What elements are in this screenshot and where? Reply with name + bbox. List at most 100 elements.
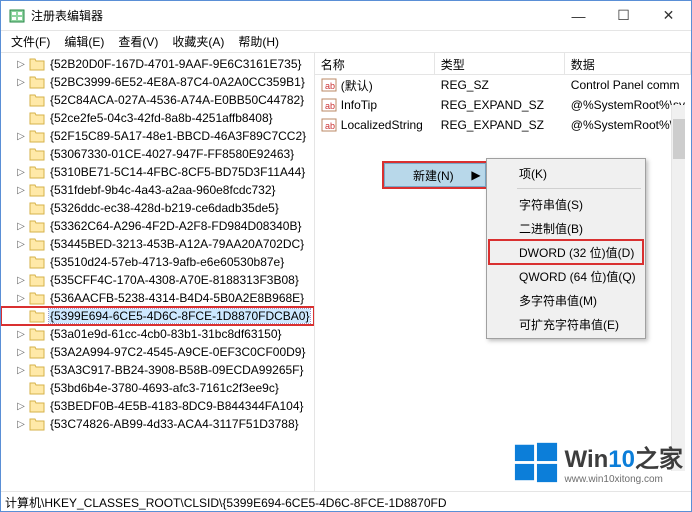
close-button[interactable]: ✕ — [646, 1, 691, 30]
value-type: REG_EXPAND_SZ — [435, 118, 565, 132]
list-row[interactable]: abInfoTipREG_EXPAND_SZ@%SystemRoot%\sy — [315, 95, 691, 115]
scrollbar-thumb[interactable] — [673, 119, 685, 159]
app-icon — [9, 8, 25, 24]
minimize-button[interactable]: ― — [556, 1, 601, 30]
value-type: REG_SZ — [435, 78, 565, 92]
maximize-button[interactable]: ☐ — [601, 1, 646, 30]
watermark-brand-b: 10 — [608, 446, 635, 473]
tree-label: {52BC3999-6E52-4E8A-87C4-0A2A0CC359B1} — [49, 75, 306, 89]
expander-icon[interactable]: ▷ — [15, 130, 27, 142]
expander-icon[interactable]: ▷ — [15, 400, 27, 412]
tree-row[interactable]: ▷ {53A2A994-97C2-4545-A9CE-0EF3C0CF00D9} — [1, 343, 314, 361]
submenu-item[interactable]: QWORD (64 位)值(Q) — [489, 264, 643, 288]
expander-icon[interactable]: ▷ — [15, 220, 27, 232]
menu-item[interactable]: 查看(V) — [112, 31, 164, 52]
submenu-arrow-icon: ▶ — [467, 168, 485, 182]
expander-icon[interactable]: ▷ — [15, 166, 27, 178]
tree-label: {53A2A994-97C2-4545-A9CE-0EF3C0CF00D9} — [49, 345, 307, 359]
tree-row[interactable]: ▷ {53362C64-A296-4F2D-A2F8-FD984D08340B} — [1, 217, 314, 235]
tree-label: {531fdebf-9b4c-4a43-a2aa-960e8fcdc732} — [49, 183, 277, 197]
expander-icon[interactable]: ▷ — [15, 184, 27, 196]
submenu-item[interactable]: 字符串值(S) — [489, 192, 643, 216]
expander-icon[interactable]: ▷ — [15, 418, 27, 430]
tree-row[interactable]: ▷ {536AACFB-5238-4314-B4D4-5B0A2E8B968E} — [1, 289, 314, 307]
tree-label: {52C84ACA-027A-4536-A74A-E0BB50C44782} — [49, 93, 305, 107]
submenu-item[interactable]: 多字符串值(M) — [489, 288, 643, 312]
tree-row[interactable]: ▷ {53C74826-AB99-4d33-ACA4-3117F51D3788} — [1, 415, 314, 433]
menu-item[interactable]: 文件(F) — [5, 31, 56, 52]
tree-row[interactable]: ▷ {535CFF4C-170A-4308-A70E-8188313F3B08} — [1, 271, 314, 289]
svg-text:ab: ab — [325, 121, 335, 131]
col-header-type[interactable]: 类型 — [435, 53, 565, 74]
tree-pane[interactable]: ▷{52B20D0F-167D-4701-9AAF-9E6C3161E735}▷… — [1, 53, 315, 491]
tree-label: {53445BED-3213-453B-A12A-79AA20A702DC} — [49, 237, 305, 251]
submenu-item[interactable]: 项(K) — [489, 161, 643, 185]
list-header[interactable]: 名称 类型 数据 — [315, 53, 691, 75]
context-menu-new[interactable]: 新建(N) ▶ — [384, 163, 486, 187]
menu-item[interactable]: 帮助(H) — [232, 31, 285, 52]
tree-row[interactable]: ▷ {531fdebf-9b4c-4a43-a2aa-960e8fcdc732} — [1, 181, 314, 199]
menu-item[interactable]: 编辑(E) — [58, 31, 110, 52]
tree-label: {5326ddc-ec38-428d-b219-ce6dadb35de5} — [49, 201, 280, 215]
tree-row[interactable]: ▷{5310BE71-5C14-4FBC-8CF5-BD75D3F11A44} — [1, 163, 314, 181]
tree-label: {5399E694-6CE5-4D6C-8FCE-1D8870FDCBA0} — [49, 309, 310, 323]
tree-label: {535CFF4C-170A-4308-A70E-8188313F3B08} — [49, 273, 300, 287]
tree-label: {52F15C89-5A17-48e1-BBCD-46A3F89C7CC2} — [49, 129, 307, 143]
tree-label: {53a01e9d-61cc-4cb0-83b1-31bc8df63150} — [49, 327, 283, 341]
tree-label: {52B20D0F-167D-4701-9AAF-9E6C3161E735} — [49, 57, 303, 71]
tree-row[interactable]: ▷ {53445BED-3213-453B-A12A-79AA20A702DC} — [1, 235, 314, 253]
tree-row[interactable]: {53510d24-57eb-4713-9afb-e6e60530b87e} — [1, 253, 314, 271]
value-data: Control Panel comm — [565, 78, 691, 92]
tree-row[interactable]: ▷ {53A3C917-BB24-3908-B58B-09ECDA99265F} — [1, 361, 314, 379]
value-type: REG_EXPAND_SZ — [435, 98, 565, 112]
tree-row[interactable]: ▷ {52F15C89-5A17-48e1-BBCD-46A3F89C7CC2} — [1, 127, 314, 145]
tree-row[interactable]: ▷ {53a01e9d-61cc-4cb0-83b1-31bc8df63150} — [1, 325, 314, 343]
tree-row[interactable]: ▷ {52B20D0F-167D-4701-9AAF-9E6C3161E735} — [1, 55, 314, 73]
statusbar: 计算机\HKEY_CLASSES_ROOT\CLSID\{5399E694-6C… — [1, 491, 691, 511]
tree-label: {53067330-01CE-4027-947F-FF8580E92463} — [49, 147, 295, 161]
tree-label: {53BEDF0B-4E5B-4183-8DC9-B844344FA104} — [49, 399, 305, 413]
list-row[interactable]: abLocalizedStringREG_EXPAND_SZ@%SystemRo… — [315, 115, 691, 135]
value-name: (默认) — [341, 77, 373, 94]
expander-icon[interactable]: ▷ — [15, 238, 27, 250]
submenu-item[interactable]: DWORD (32 位)值(D) — [489, 240, 643, 264]
watermark-url: www.win10xitong.com — [565, 475, 683, 485]
submenu-item[interactable]: 二进制值(B) — [489, 216, 643, 240]
tree-label: {53510d24-57eb-4713-9afb-e6e60530b87e} — [49, 255, 285, 269]
expander-icon[interactable]: ▷ — [15, 364, 27, 376]
tree-row[interactable]: {52ce2fe5-04c3-42fd-8a8b-4251affb8408} — [1, 109, 314, 127]
value-name: LocalizedString — [341, 118, 423, 132]
submenu-separator — [517, 188, 641, 189]
tree-row[interactable]: {53067330-01CE-4027-947F-FF8580E92463} — [1, 145, 314, 163]
tree-label: {53362C64-A296-4F2D-A2F8-FD984D08340B} — [49, 219, 303, 233]
context-menu-new-label: 新建(N) — [385, 167, 467, 184]
watermark: Win10之家 www.win10xitong.com — [513, 439, 683, 485]
col-header-name[interactable]: 名称 — [315, 53, 435, 74]
tree-label: {53A3C917-BB24-3908-B58B-09ECDA99265F} — [49, 363, 305, 377]
svg-text:ab: ab — [325, 101, 335, 111]
tree-row[interactable]: {52C84ACA-027A-4536-A74A-E0BB50C44782} — [1, 91, 314, 109]
vertical-scrollbar[interactable] — [671, 105, 685, 471]
menubar: 文件(F)编辑(E)查看(V)收藏夹(A)帮助(H) — [1, 31, 691, 53]
col-header-data[interactable]: 数据 — [565, 53, 691, 74]
expander-icon[interactable]: ▷ — [15, 328, 27, 340]
tree-label: {536AACFB-5238-4314-B4D4-5B0A2E8B968E} — [49, 291, 305, 305]
menu-item[interactable]: 收藏夹(A) — [166, 31, 230, 52]
expander-icon[interactable]: ▷ — [15, 292, 27, 304]
expander-icon[interactable]: ▷ — [15, 76, 27, 88]
tree-row[interactable]: ▷ {52BC3999-6E52-4E8A-87C4-0A2A0CC359B1} — [1, 73, 314, 91]
submenu-new[interactable]: 项(K) 字符串值(S)二进制值(B)DWORD (32 位)值(D)QWORD … — [486, 158, 646, 339]
submenu-item[interactable]: 可扩充字符串值(E) — [489, 312, 643, 336]
tree-label: {53C74826-AB99-4d33-ACA4-3117F51D3788} — [49, 417, 300, 431]
watermark-brand-a: Win — [565, 446, 609, 473]
titlebar: 注册表编辑器 ― ☐ ✕ — [1, 1, 691, 31]
tree-row[interactable]: {5399E694-6CE5-4D6C-8FCE-1D8870FDCBA0} — [1, 307, 314, 325]
expander-icon[interactable]: ▷ — [15, 58, 27, 70]
tree-row[interactable]: ▷ {53BEDF0B-4E5B-4183-8DC9-B844344FA104} — [1, 397, 314, 415]
expander-icon[interactable]: ▷ — [15, 274, 27, 286]
expander-icon[interactable]: ▷ — [15, 346, 27, 358]
tree-row[interactable]: {53bd6b4e-3780-4693-afc3-7161c2f3ee9c} — [1, 379, 314, 397]
list-row[interactable]: ab(默认)REG_SZControl Panel comm — [315, 75, 691, 95]
tree-row[interactable]: {5326ddc-ec38-428d-b219-ce6dadb35de5} — [1, 199, 314, 217]
windows-logo-icon — [513, 439, 559, 485]
